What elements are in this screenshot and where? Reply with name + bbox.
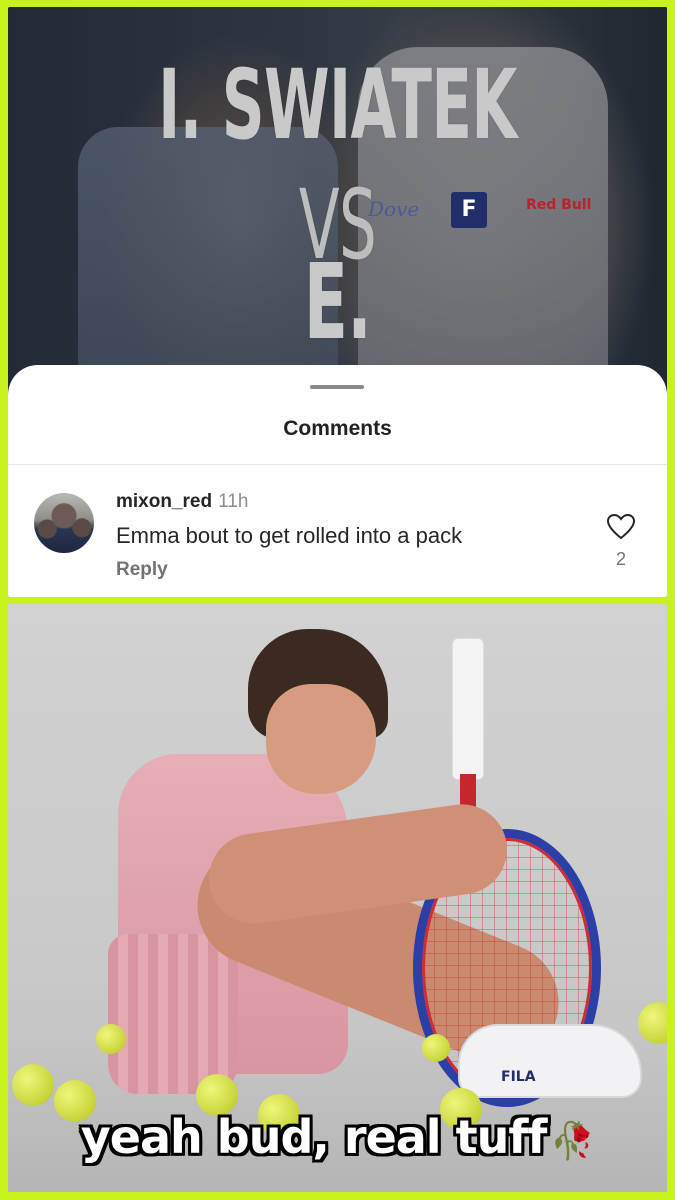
comment-text: Emma bout to get rolled into a pack <box>116 523 463 548</box>
tennis-ball <box>12 1064 54 1106</box>
player-photo: FILA <box>8 604 667 1192</box>
wilted-rose-emoji: 🥀 <box>550 1121 595 1162</box>
comment-time: 11h <box>218 491 249 512</box>
dove-logo: Dove <box>368 197 420 221</box>
tennis-ball <box>422 1034 450 1062</box>
divider <box>8 464 667 465</box>
like-count: 2 <box>615 549 626 569</box>
heart-icon[interactable] <box>607 514 635 540</box>
comments-title: Comments <box>283 417 392 440</box>
fila-logo: F <box>451 192 487 228</box>
shoe-brand-logo: FILA <box>501 1069 536 1085</box>
racket-handle <box>452 638 484 780</box>
redbull-logo: Red Bull <box>526 197 592 213</box>
screenshot-top-panel: I. SWIATEK VS E. NAVARRO Dove F Red Bull… <box>8 7 667 597</box>
meme-caption: yeah bud, real tuff 🥀 <box>0 1110 675 1164</box>
match-poster: I. SWIATEK VS E. NAVARRO Dove F Red Bull <box>8 7 667 467</box>
caption-text: yeah bud, real tuff <box>80 1110 548 1164</box>
player-face <box>266 684 376 794</box>
tennis-ball <box>96 1024 126 1054</box>
reply-button[interactable]: Reply <box>116 559 168 581</box>
comment-username[interactable]: mixon_red <box>116 491 212 512</box>
avatar[interactable] <box>34 493 94 553</box>
comment-header: mixon_red 11h <box>116 491 248 513</box>
player-shoe <box>458 1024 642 1098</box>
comments-sheet: Comments mixon_red 11h Emma bout to get r… <box>8 365 667 597</box>
player-skirt <box>108 934 238 1094</box>
sheet-drag-handle[interactable] <box>310 385 364 389</box>
poster-player-one: I. SWIATEK <box>158 49 517 161</box>
